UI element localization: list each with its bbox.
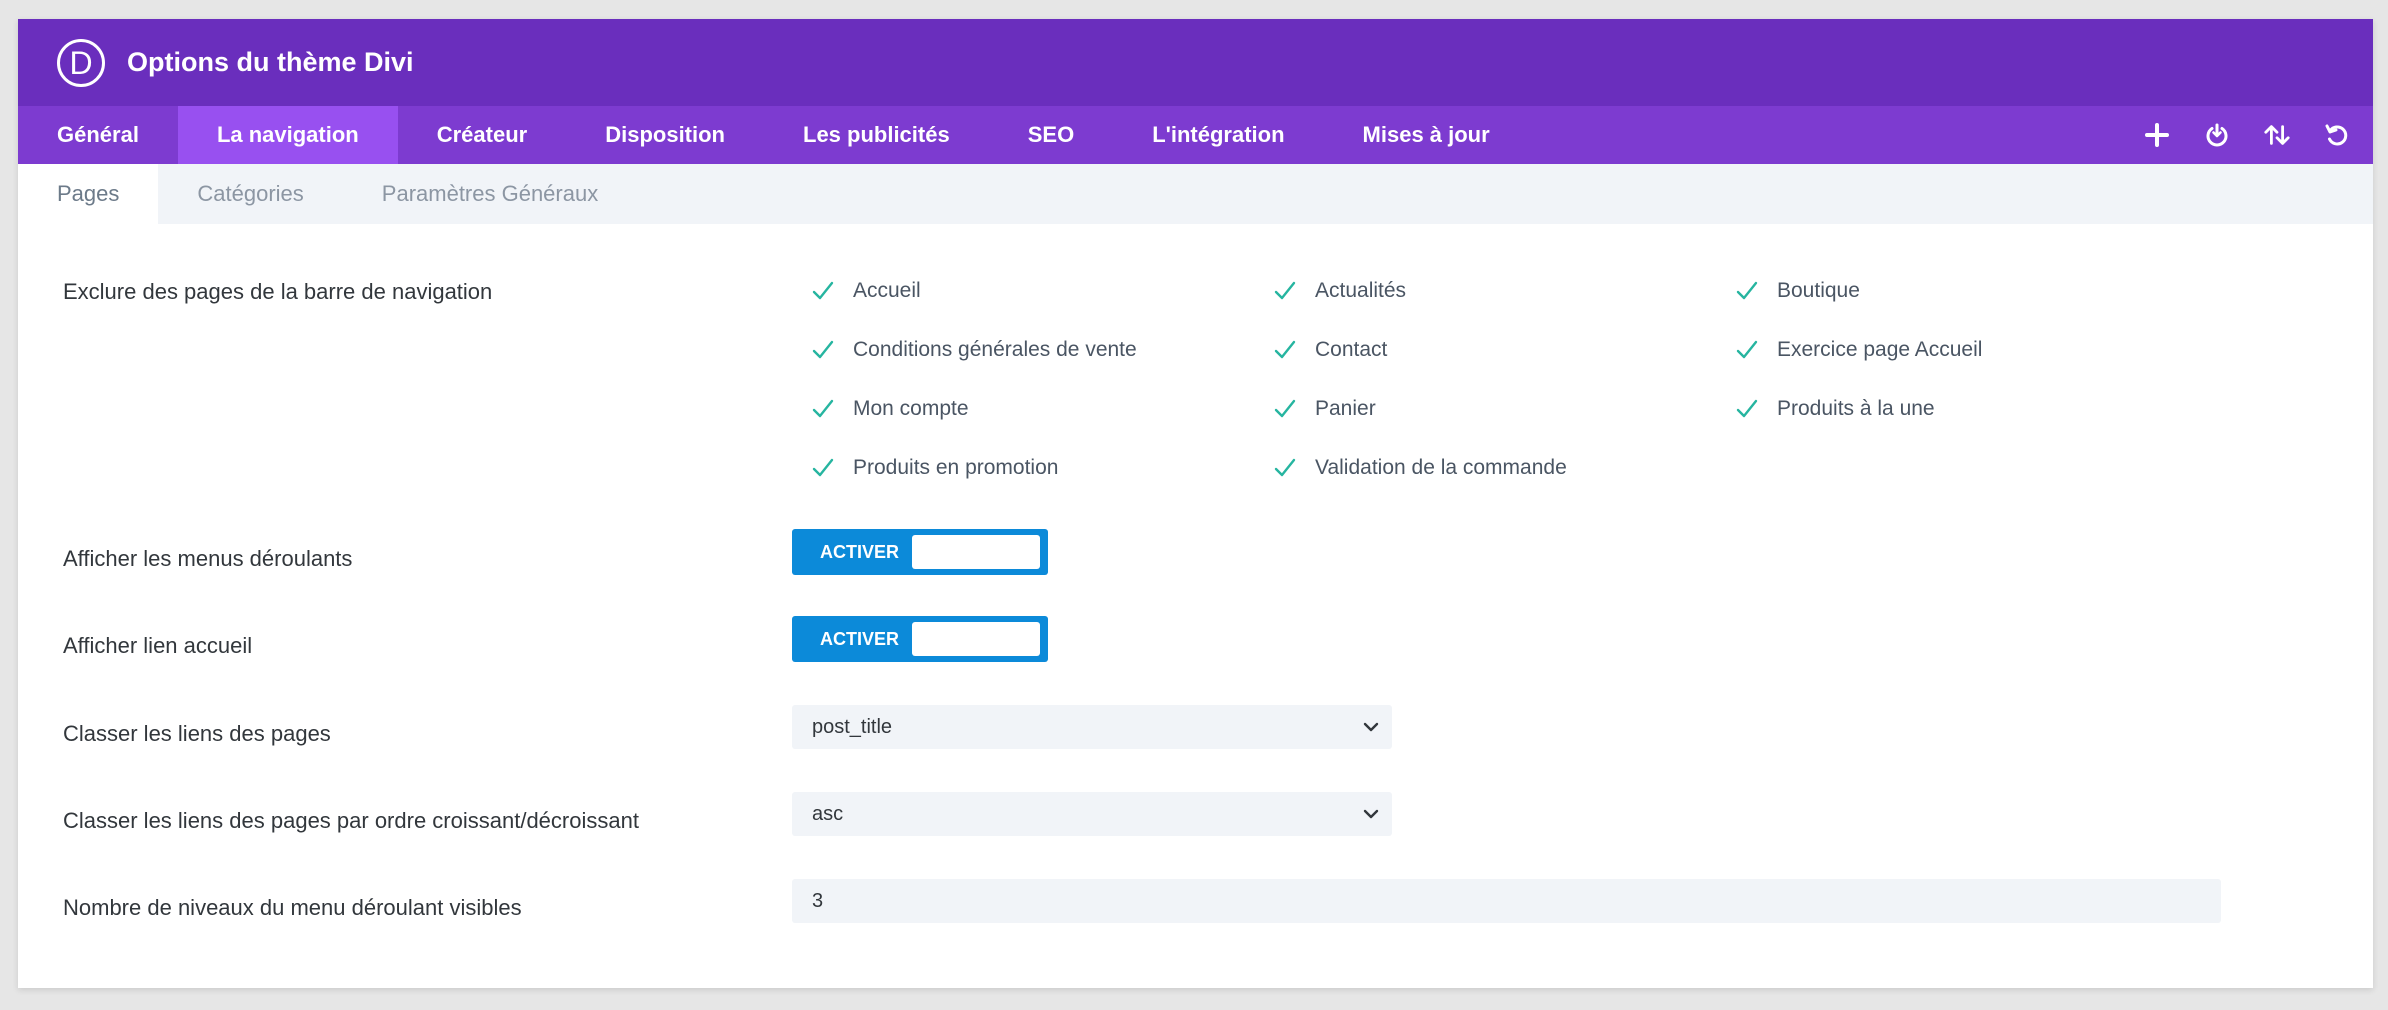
page-checkbox[interactable]: Contact (1273, 337, 1387, 363)
page-checkbox-label: Validation de la commande (1315, 456, 1567, 479)
subtab-categories[interactable]: Catégories (158, 164, 342, 224)
checkmark-icon (1273, 455, 1299, 481)
toggle-label: ACTIVER (820, 542, 900, 562)
sort-order-label: Classer les liens des pages par ordre cr… (63, 808, 639, 833)
dropdown-menus-label: Afficher les menus déroulants (63, 546, 353, 571)
title-bar: D Options du thème Divi (18, 19, 2373, 106)
menu-depth-label: Nombre de niveaux du menu déroulant visi… (63, 895, 522, 920)
logo-letter: D (69, 44, 93, 81)
main-nav: Général La navigation Créateur Dispositi… (18, 106, 2373, 164)
subtab-general-settings[interactable]: Paramètres Généraux (343, 164, 637, 224)
toggle-label: ACTIVER (820, 629, 900, 649)
checkmark-icon (1735, 396, 1761, 422)
power-icon[interactable] (2203, 121, 2231, 149)
select-value: post_title (812, 716, 893, 738)
page-checkbox-label: Produits en promotion (853, 456, 1059, 479)
checkmark-icon (811, 455, 837, 481)
tab-integration[interactable]: L'intégration (1113, 106, 1323, 164)
page-checkbox[interactable]: Validation de la commande (1273, 455, 1567, 481)
checkmark-icon (1273, 396, 1299, 422)
tab-updates[interactable]: Mises à jour (1324, 106, 1529, 164)
checkmark-icon (1735, 337, 1761, 363)
sort-pages-select[interactable]: post_title (792, 705, 1392, 749)
sort-pages-label: Classer les liens des pages (63, 721, 331, 746)
chevron-down-icon (1363, 809, 1379, 819)
page-checkbox[interactable]: Conditions générales de vente (811, 337, 1137, 363)
plus-icon[interactable] (2143, 121, 2171, 149)
toggle-knob (912, 622, 1040, 656)
page-checkbox[interactable]: Exercice page Accueil (1735, 337, 1982, 363)
checkmark-icon (1735, 278, 1761, 304)
page-checkbox[interactable]: Panier (1273, 396, 1376, 422)
page-checkbox-label: Boutique (1777, 279, 1860, 302)
page-checkbox[interactable]: Produits en promotion (811, 455, 1058, 481)
app-title: Options du thème Divi (127, 47, 414, 77)
page-checkbox[interactable]: Boutique (1735, 278, 1860, 304)
tab-seo[interactable]: SEO (989, 106, 1113, 164)
home-link-toggle[interactable]: ACTIVER (792, 616, 1048, 662)
sort-arrows-icon[interactable] (2263, 121, 2291, 149)
subtab-pages[interactable]: Pages (18, 164, 159, 224)
undo-icon[interactable] (2323, 121, 2351, 149)
checkmark-icon (1273, 278, 1299, 304)
select-value: asc (812, 803, 844, 825)
sort-order-select[interactable]: asc (792, 792, 1392, 836)
page-checkbox-label: Exercice page Accueil (1777, 338, 1983, 361)
theme-options-panel: D Options du thème Divi Général La navig… (18, 19, 2373, 988)
dropdown-menus-toggle[interactable]: ACTIVER (792, 529, 1048, 575)
page-checkbox-label: Produits à la une (1777, 397, 1935, 420)
page-checkbox-label: Actualités (1315, 279, 1407, 302)
tab-ads[interactable]: Les publicités (764, 106, 989, 164)
page-checkbox-label: Accueil (853, 279, 921, 302)
page-checkbox-label: Contact (1315, 338, 1388, 361)
tab-builder[interactable]: Créateur (398, 106, 566, 164)
chevron-down-icon (1363, 722, 1379, 732)
tab-layout[interactable]: Disposition (566, 106, 764, 164)
checkmark-icon (1273, 337, 1299, 363)
page-checkbox-label: Mon compte (853, 397, 969, 420)
toolbar (2143, 106, 2351, 164)
toggle-knob (912, 535, 1040, 569)
home-link-label: Afficher lien accueil (63, 633, 253, 658)
page-checkbox-label: Conditions générales de vente (853, 338, 1137, 361)
exclude-pages-label: Exclure des pages de la barre de navigat… (63, 279, 493, 304)
sub-nav: Pages Catégories Paramètres Généraux (18, 164, 2373, 224)
checkmark-icon (811, 278, 837, 304)
tab-navigation[interactable]: La navigation (177, 106, 398, 164)
tab-general[interactable]: Général (18, 106, 178, 164)
menu-depth-input[interactable] (792, 879, 2221, 923)
page-checkbox[interactable]: Mon compte (811, 396, 969, 422)
page-checkbox[interactable]: Actualités (1273, 278, 1406, 304)
page-checkbox[interactable]: Accueil (811, 278, 921, 304)
divi-logo: D (57, 38, 105, 87)
page-checkbox[interactable]: Produits à la une (1735, 396, 1935, 422)
checkmark-icon (811, 396, 837, 422)
checkmark-icon (811, 337, 837, 363)
page-checkbox-label: Panier (1315, 397, 1376, 420)
